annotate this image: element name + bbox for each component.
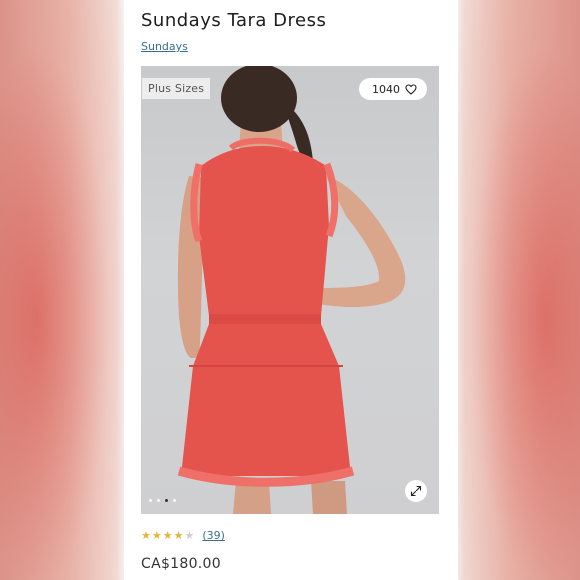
product-card: Sundays Tara Dress Sundays Plus Sizes 10… — [124, 0, 458, 580]
expand-image-button[interactable] — [405, 480, 427, 502]
blurred-background-left — [0, 0, 124, 580]
gallery-dot[interactable] — [149, 499, 152, 502]
brand-link[interactable]: Sundays — [141, 40, 188, 53]
gallery-dot[interactable] — [173, 499, 176, 502]
product-title: Sundays Tara Dress — [141, 10, 327, 31]
gallery-pagination — [149, 499, 176, 502]
gallery-dot[interactable] — [157, 499, 160, 502]
like-button[interactable]: 1040 — [359, 78, 427, 100]
like-count: 1040 — [372, 82, 400, 96]
rating-row: ★ ★ ★ ★ ★ (39) — [141, 529, 225, 542]
star-rating: ★ ★ ★ ★ ★ — [141, 530, 194, 541]
blurred-background-right — [458, 0, 580, 580]
star-icon: ★ — [184, 529, 195, 542]
gallery-dot-active[interactable] — [165, 499, 168, 502]
model-photo — [177, 66, 406, 514]
star-icon: ★ — [162, 529, 173, 542]
star-icon: ★ — [173, 529, 184, 542]
product-price: CA$180.00 — [141, 556, 221, 572]
expand-icon — [410, 485, 422, 497]
reviews-link[interactable]: (39) — [202, 529, 225, 542]
plus-sizes-badge: Plus Sizes — [142, 78, 211, 99]
star-icon: ★ — [141, 529, 151, 542]
screenshot-frame: Sundays Tara Dress Sundays Plus Sizes 10… — [0, 0, 580, 580]
heart-icon — [405, 83, 417, 95]
star-icon: ★ — [151, 529, 162, 542]
product-image[interactable]: Plus Sizes 1040 — [141, 66, 439, 514]
